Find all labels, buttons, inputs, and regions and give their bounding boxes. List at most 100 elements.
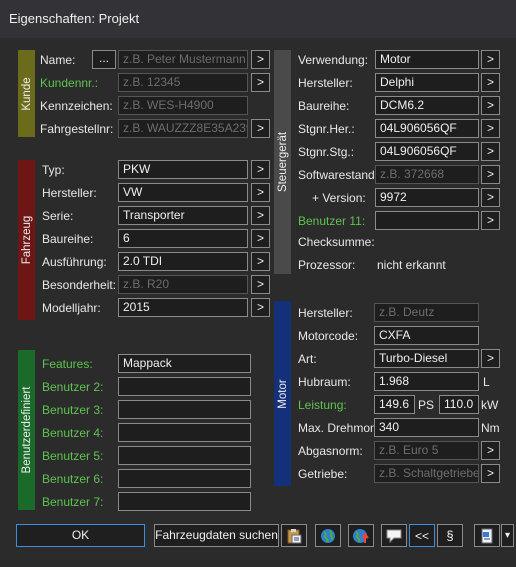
art-label: Art: bbox=[298, 352, 317, 366]
fz-baureihe-input[interactable]: 6 bbox=[118, 229, 248, 248]
stgnr-her-more-button[interactable]: > bbox=[481, 119, 500, 138]
speech-bubble-icon-button[interactable] bbox=[381, 524, 407, 547]
besonderheit-more-button[interactable]: > bbox=[251, 275, 270, 294]
benutzer-header: Benutzerdefiniert bbox=[18, 350, 35, 510]
kundennr-more-button[interactable]: > bbox=[251, 73, 270, 92]
steuergeraet-group: Steuergerät Verwendung: Motor > Herstell… bbox=[274, 50, 504, 274]
benutzer-header-text: Benutzerdefiniert bbox=[20, 386, 33, 474]
getriebe-label: Getriebe: bbox=[298, 467, 348, 481]
getriebe-more-button[interactable]: > bbox=[481, 464, 500, 483]
benutzer11-input[interactable] bbox=[375, 211, 479, 230]
collapse-label: << bbox=[414, 528, 429, 543]
features-label: Features: bbox=[42, 357, 93, 371]
typ-input[interactable]: PKW bbox=[118, 160, 248, 179]
drehmom-input[interactable]: 340 bbox=[374, 418, 479, 437]
benutzer5-label: Benutzer 5: bbox=[42, 449, 104, 463]
modelljahr-input[interactable]: 2015 bbox=[118, 298, 248, 317]
stgnr-stg-input[interactable]: 04L906056QF bbox=[375, 142, 479, 161]
fahrzeug-group: Fahrzeug Typ: PKW > Hersteller: VW > Ser… bbox=[18, 160, 270, 320]
softwarestand-more-button[interactable]: > bbox=[481, 165, 500, 184]
motor-header: Motor bbox=[274, 301, 291, 486]
benutzer7-label: Benutzer 7: bbox=[42, 495, 104, 509]
drehmom-unit: Nm bbox=[481, 421, 500, 435]
art-more-button[interactable]: > bbox=[481, 349, 500, 368]
benutzer2-input[interactable] bbox=[118, 377, 251, 396]
stg-baureihe-label: Baureihe: bbox=[298, 99, 350, 113]
verwendung-label: Verwendung: bbox=[298, 53, 369, 67]
globe-icon bbox=[321, 528, 335, 543]
version-input[interactable]: 9972 bbox=[375, 188, 479, 207]
kw-unit: kW bbox=[481, 398, 499, 412]
benutzer6-input[interactable] bbox=[118, 469, 251, 488]
name-dots-button[interactable]: ... bbox=[92, 50, 116, 69]
fz-baureihe-label: Baureihe: bbox=[42, 232, 94, 246]
kundennr-input[interactable]: z.B. 12345 bbox=[118, 73, 248, 92]
stgnr-her-input[interactable]: 04L906056QF bbox=[375, 119, 479, 138]
mot-hersteller-label: Hersteller: bbox=[298, 306, 353, 320]
besonderheit-label: Besonderheit: bbox=[42, 278, 117, 292]
fz-hersteller-more-button[interactable]: > bbox=[251, 183, 270, 202]
prozessor-label: Prozessor: bbox=[298, 258, 356, 272]
fahrgestell-more-button[interactable]: > bbox=[251, 119, 270, 138]
stg-hersteller-label: Hersteller: bbox=[298, 76, 353, 90]
getriebe-input[interactable]: z.B. Schaltgetriebe bbox=[374, 464, 479, 483]
verwendung-more-button[interactable]: > bbox=[481, 50, 500, 69]
collapse-button[interactable]: << bbox=[409, 524, 435, 547]
benutzer11-more-button[interactable]: > bbox=[481, 211, 500, 230]
benutzer5-input[interactable] bbox=[118, 446, 251, 465]
globe-upload-icon-button[interactable] bbox=[348, 524, 374, 547]
art-input[interactable]: Turbo-Diesel bbox=[374, 349, 479, 368]
fahrzeug-header-text: Fahrzeug bbox=[20, 215, 33, 265]
export-dropdown-button[interactable]: ▾ bbox=[501, 524, 514, 547]
typ-more-button[interactable]: > bbox=[251, 160, 270, 179]
softwarestand-input[interactable]: z.B. 372668 bbox=[375, 165, 479, 184]
motor-header-text: Motor bbox=[276, 378, 289, 409]
benutzer3-label: Benutzer 3: bbox=[42, 403, 104, 417]
besonderheit-input[interactable]: z.B. R20 bbox=[118, 275, 248, 294]
hubraum-input[interactable]: 1.968 bbox=[374, 372, 479, 391]
kundennr-label: Kundennr.: bbox=[40, 76, 99, 90]
serie-more-button[interactable]: > bbox=[251, 206, 270, 225]
stg-baureihe-more-button[interactable]: > bbox=[481, 96, 500, 115]
fahrgestell-input[interactable]: z.B. WAUZZZ8E35A239 bbox=[118, 119, 248, 138]
fahrzeugdaten-suchen-button[interactable]: Fahrzeugdaten suchen bbox=[154, 524, 279, 547]
export-icon-button[interactable] bbox=[474, 524, 500, 547]
name-more-button[interactable]: > bbox=[251, 50, 270, 69]
features-input[interactable]: Mappack bbox=[118, 354, 251, 373]
motorcode-input[interactable]: CXFA bbox=[374, 326, 479, 345]
clipboard-icon-button[interactable] bbox=[281, 524, 307, 547]
version-more-button[interactable]: > bbox=[481, 188, 500, 207]
name-input[interactable]: z.B. Peter Mustermann bbox=[118, 50, 248, 69]
benutzer4-input[interactable] bbox=[118, 423, 251, 442]
serie-input[interactable]: Transporter bbox=[118, 206, 248, 225]
ausfuehrung-more-button[interactable]: > bbox=[251, 252, 270, 271]
abgasnorm-input[interactable]: z.B. Euro 5 bbox=[374, 441, 479, 460]
modelljahr-more-button[interactable]: > bbox=[251, 298, 270, 317]
window-title: Eigenschaften: Projekt bbox=[0, 0, 516, 38]
stg-hersteller-more-button[interactable]: > bbox=[481, 73, 500, 92]
paragraph-button[interactable]: § bbox=[437, 524, 463, 547]
abgasnorm-more-button[interactable]: > bbox=[481, 441, 500, 460]
globe-icon-button[interactable] bbox=[315, 524, 341, 547]
typ-label: Typ: bbox=[42, 163, 65, 177]
verwendung-input[interactable]: Motor bbox=[375, 50, 479, 69]
fz-baureihe-more-button[interactable]: > bbox=[251, 229, 270, 248]
stg-hersteller-input[interactable]: Delphi bbox=[375, 73, 479, 92]
fz-hersteller-input[interactable]: VW bbox=[118, 183, 248, 202]
benutzer11-label: Benutzer 11: bbox=[298, 214, 366, 228]
ausfuehrung-input[interactable]: 2.0 TDI bbox=[118, 252, 248, 271]
benutzer3-input[interactable] bbox=[118, 400, 251, 419]
stg-baureihe-input[interactable]: DCM6.2 bbox=[375, 96, 479, 115]
stgnr-her-label: Stgnr.Her.: bbox=[298, 122, 355, 136]
steuergeraet-header: Steuergerät bbox=[274, 50, 291, 274]
leistung-ps-input[interactable]: 149.6 bbox=[374, 395, 415, 414]
stgnr-stg-more-button[interactable]: > bbox=[481, 142, 500, 161]
motorcode-label: Motorcode: bbox=[298, 329, 359, 343]
benutzer7-input[interactable] bbox=[118, 492, 251, 511]
stgnr-stg-label: Stgnr.Stg.: bbox=[298, 145, 355, 159]
kennzeichen-input[interactable]: z.B. WES-H4900 bbox=[118, 96, 248, 115]
ok-button[interactable]: OK bbox=[16, 524, 145, 547]
leistung-kw-input[interactable]: 110.0 bbox=[439, 395, 479, 414]
clipboard-icon bbox=[287, 528, 302, 543]
mot-hersteller-input[interactable]: z.B. Deutz bbox=[374, 303, 479, 322]
